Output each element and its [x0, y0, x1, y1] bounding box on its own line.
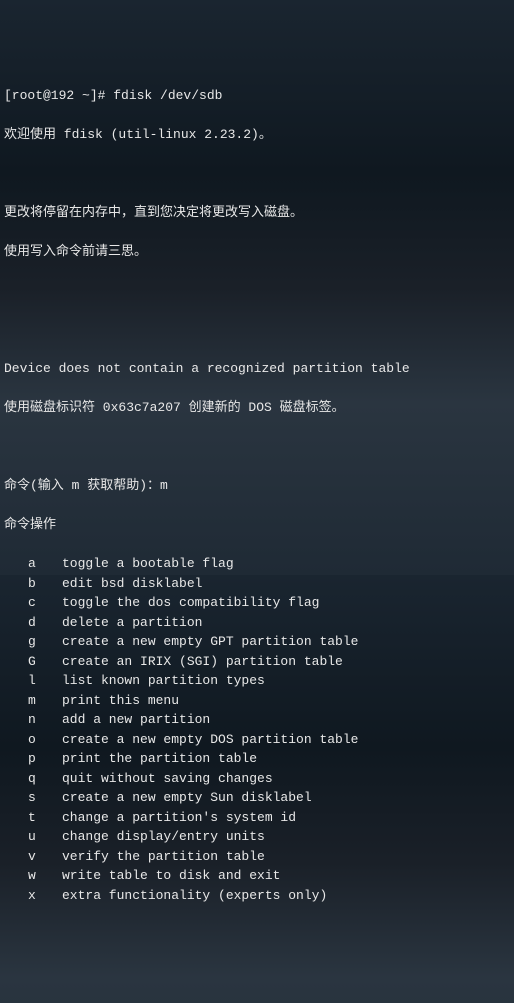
typed-command: fdisk /dev/sdb — [113, 88, 222, 103]
command-row: ocreate a new empty DOS partition table — [4, 730, 510, 750]
command-key: v — [4, 847, 62, 867]
command-key: o — [4, 730, 62, 750]
command-key: w — [4, 866, 62, 886]
command-row: qquit without saving changes — [4, 769, 510, 789]
command-key: q — [4, 769, 62, 789]
help-prompt-line: 命令(输入 m 获取帮助)：m — [4, 476, 510, 496]
command-desc: print the partition table — [62, 749, 510, 769]
notice-line-1: 更改将停留在内存中，直到您决定将更改写入磁盘。 — [4, 203, 510, 223]
command-desc: create an IRIX (SGI) partition table — [62, 652, 510, 672]
commands-list: atoggle a bootable flagbedit bsd disklab… — [4, 554, 510, 905]
command-row: uchange display/entry units — [4, 827, 510, 847]
command-desc: print this menu — [62, 691, 510, 711]
command-key: a — [4, 554, 62, 574]
command-key: G — [4, 652, 62, 672]
blank-line — [4, 164, 510, 184]
command-key: d — [4, 613, 62, 633]
command-desc: verify the partition table — [62, 847, 510, 867]
command-desc: extra functionality (experts only) — [62, 886, 510, 906]
shell-prompt: [root@192 ~]# — [4, 88, 113, 103]
command-row: vverify the partition table — [4, 847, 510, 867]
blank-line — [4, 281, 510, 301]
command-row: wwrite table to disk and exit — [4, 866, 510, 886]
prompt-line: [root@192 ~]# fdisk /dev/sdb — [4, 86, 510, 106]
command-key: u — [4, 827, 62, 847]
command-key: n — [4, 710, 62, 730]
command-desc: list known partition types — [62, 671, 510, 691]
command-key: t — [4, 808, 62, 828]
command-key: b — [4, 574, 62, 594]
command-desc: create a new empty DOS partition table — [62, 730, 510, 750]
command-row: llist known partition types — [4, 671, 510, 691]
command-desc: quit without saving changes — [62, 769, 510, 789]
command-row: Gcreate an IRIX (SGI) partition table — [4, 652, 510, 672]
blank-line — [4, 320, 510, 340]
command-desc: add a new partition — [62, 710, 510, 730]
command-key: l — [4, 671, 62, 691]
command-desc: edit bsd disklabel — [62, 574, 510, 594]
command-desc: create a new empty GPT partition table — [62, 632, 510, 652]
help-input[interactable]: m — [160, 478, 168, 493]
help-prompt-text: 命令(输入 m 获取帮助)： — [4, 478, 160, 493]
command-key: g — [4, 632, 62, 652]
command-key: x — [4, 886, 62, 906]
command-row: pprint the partition table — [4, 749, 510, 769]
command-row: nadd a new partition — [4, 710, 510, 730]
disk-id-line: 使用磁盘标识符 0x63c7a207 创建新的 DOS 磁盘标签。 — [4, 398, 510, 418]
command-desc: change a partition's system id — [62, 808, 510, 828]
blank-line — [4, 437, 510, 457]
command-row: mprint this menu — [4, 691, 510, 711]
command-desc: toggle the dos compatibility flag — [62, 593, 510, 613]
device-msg-line: Device does not contain a recognized par… — [4, 359, 510, 379]
command-desc: delete a partition — [62, 613, 510, 633]
help-header: 命令操作 — [4, 515, 510, 535]
command-row: xextra functionality (experts only) — [4, 886, 510, 906]
command-desc: toggle a bootable flag — [62, 554, 510, 574]
command-key: s — [4, 788, 62, 808]
command-row: ddelete a partition — [4, 613, 510, 633]
command-desc: create a new empty Sun disklabel — [62, 788, 510, 808]
command-row: bedit bsd disklabel — [4, 574, 510, 594]
command-row: tchange a partition's system id — [4, 808, 510, 828]
command-row: gcreate a new empty GPT partition table — [4, 632, 510, 652]
command-key: c — [4, 593, 62, 613]
command-row: screate a new empty Sun disklabel — [4, 788, 510, 808]
command-row: ctoggle the dos compatibility flag — [4, 593, 510, 613]
command-desc: write table to disk and exit — [62, 866, 510, 886]
command-desc: change display/entry units — [62, 827, 510, 847]
notice-line-2: 使用写入命令前请三思。 — [4, 242, 510, 262]
command-row: atoggle a bootable flag — [4, 554, 510, 574]
command-key: p — [4, 749, 62, 769]
welcome-line: 欢迎使用 fdisk (util-linux 2.23.2)。 — [4, 125, 510, 145]
command-key: m — [4, 691, 62, 711]
